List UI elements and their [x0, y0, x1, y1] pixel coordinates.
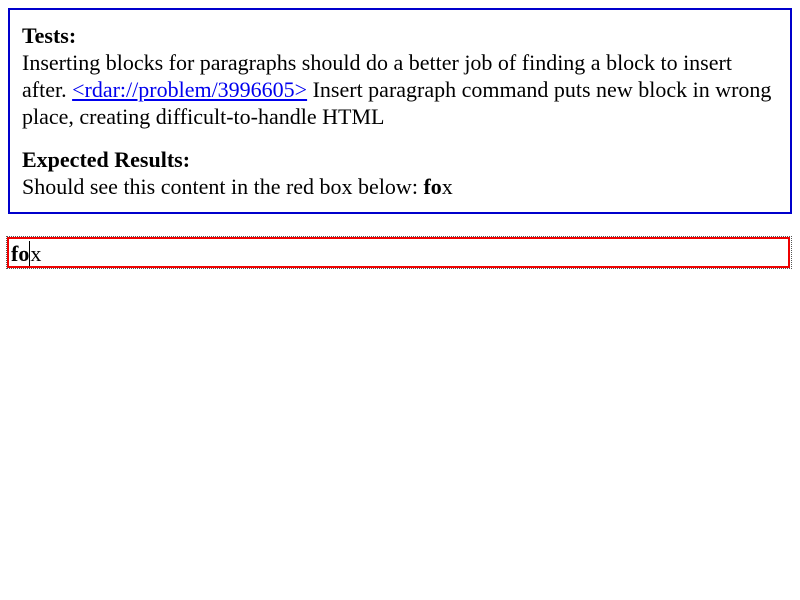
expected-bold-text: fo	[423, 174, 442, 199]
expected-text: Should see this content in the red box b…	[22, 174, 424, 199]
expected-results-heading: Expected Results:	[22, 147, 191, 172]
test-result-box[interactable]: fox	[7, 237, 790, 268]
result-plain-text: x	[30, 241, 42, 266]
expected-plain-text: x	[441, 174, 453, 199]
editable-content[interactable]: fox	[11, 240, 41, 267]
result-bold-text: fo	[11, 241, 30, 266]
tests-description: Inserting blocks for paragraphs should d…	[22, 49, 778, 130]
tests-heading: Tests:	[22, 23, 77, 48]
explanation-box: Tests: Inserting blocks for paragraphs s…	[8, 8, 792, 214]
expected-results-description: Should see this content in the red box b…	[22, 173, 778, 200]
bug-link[interactable]: <rdar://problem/3996605>	[72, 77, 307, 102]
